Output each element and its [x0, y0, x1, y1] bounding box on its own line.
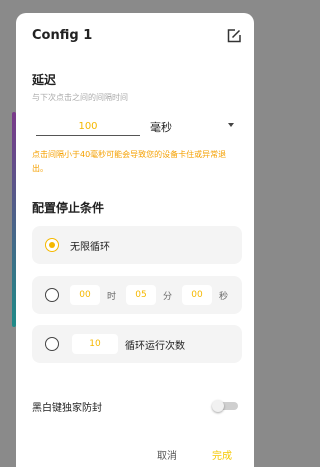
delay-subtitle: 与下次点击之间的间隔时间 [32, 93, 128, 102]
dialog-header: Config 1 [16, 13, 254, 59]
config-dialog: Config 1 延迟 与下次点击之间的间隔时间 毫秒 点击间隔小于40毫秒可能… [16, 13, 254, 467]
delay-unit-select[interactable]: 毫秒 [150, 117, 244, 135]
radio-timer[interactable] [45, 288, 59, 302]
option-loop-count[interactable]: 循环运行次数 [32, 325, 242, 363]
loop-count-input[interactable] [72, 334, 118, 354]
anti-ban-toggle[interactable] [212, 400, 238, 412]
anti-ban-row: 黑白键独家防封 [32, 396, 242, 416]
minutes-unit: 分 [163, 292, 173, 302]
stop-condition-title: 配置停止条件 [32, 201, 105, 215]
delay-warning: 点击间隔小于40毫秒可能会导致您的设备卡住或异常退出。 [32, 150, 227, 173]
delay-input[interactable] [36, 118, 140, 136]
hours-unit: 时 [107, 292, 117, 302]
caret-down-icon [228, 123, 234, 127]
option-infinite-loop-label: 无限循环 [70, 242, 110, 253]
minutes-input[interactable] [126, 285, 156, 305]
hours-input[interactable] [70, 285, 100, 305]
delay-unit-label: 毫秒 [150, 121, 172, 134]
radio-infinite-loop[interactable] [45, 238, 59, 252]
dialog-title: Config 1 [32, 28, 93, 43]
done-button[interactable]: 完成 [212, 447, 232, 462]
seconds-unit: 秒 [219, 292, 229, 302]
cancel-button[interactable]: 取消 [157, 447, 177, 462]
delay-title: 延迟 [32, 73, 57, 87]
anti-ban-label: 黑白键独家防封 [32, 403, 102, 414]
edit-icon[interactable] [226, 28, 242, 44]
radio-loop-count[interactable] [45, 337, 59, 351]
toggle-knob [212, 400, 224, 412]
seconds-input[interactable] [182, 285, 212, 305]
option-timer[interactable]: 时 分 秒 [32, 276, 242, 314]
loop-count-label: 循环运行次数 [125, 341, 185, 352]
option-infinite-loop[interactable]: 无限循环 [32, 226, 242, 264]
